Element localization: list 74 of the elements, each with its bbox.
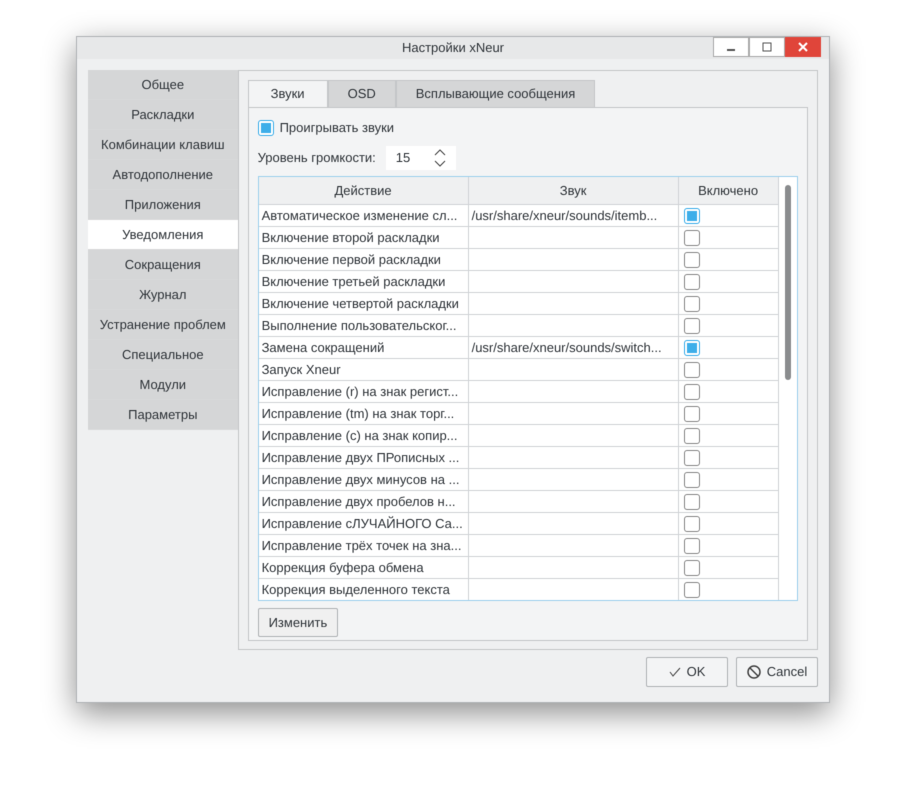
table-cell: Исправление (c) на знак копир... (258, 425, 469, 447)
checkbox[interactable] (684, 472, 700, 488)
table-cell: Замена сокращений (258, 337, 469, 359)
checkbox[interactable] (684, 384, 700, 400)
cancel-button[interactable]: Cancel (736, 657, 818, 687)
play-sounds-label: Проигрывать звуки (280, 119, 394, 138)
volume-label: Уровень громкости: (258, 149, 376, 168)
column-header[interactable]: Включено (678, 177, 779, 205)
minimize-button[interactable] (713, 37, 749, 57)
close-icon (798, 42, 808, 52)
table-cell: Запуск Xneur (258, 359, 469, 381)
tab[interactable]: OSD (328, 80, 396, 107)
checkbox[interactable] (684, 560, 700, 576)
scrollbar-thumb[interactable] (784, 185, 791, 380)
spin-arrows-icon (434, 149, 446, 167)
close-button[interactable] (785, 37, 821, 57)
checkbox[interactable] (684, 340, 700, 356)
table-cell: Включение первой раскладки (258, 249, 469, 271)
checkbox[interactable] (684, 208, 700, 224)
tab[interactable]: Всплывающие сообщения (396, 80, 596, 107)
sidebar-item[interactable]: Автодополнение (88, 160, 238, 190)
sidebar-item[interactable]: Модули (88, 370, 238, 400)
table-cell: Исправление трёх точек на зна... (258, 535, 469, 557)
checkbox[interactable] (684, 450, 700, 466)
cancel-icon (746, 665, 761, 679)
column-header[interactable]: Действие (258, 177, 469, 205)
ok-button[interactable]: OK (646, 657, 728, 687)
volume-spinbox[interactable]: 15 (386, 146, 456, 170)
checkbox[interactable] (684, 538, 700, 554)
checkbox[interactable] (684, 516, 700, 532)
checkbox[interactable] (684, 230, 700, 246)
checkbox[interactable] (684, 428, 700, 444)
table-cell: Исправление (r) на знак регист... (258, 381, 469, 403)
table-cell: /usr/share/xneur/sounds/switch... (468, 337, 679, 359)
table-cell: Коррекция буфера обмена (258, 557, 469, 579)
table-cell: Автоматическое изменение сл... (258, 205, 469, 227)
table-cell: Включение второй раскладки (258, 227, 469, 249)
table-cell: Включение четвертой раскладки (258, 293, 469, 315)
checkbox[interactable] (684, 296, 700, 312)
table-cell: Исправление двух ПРописных ... (258, 447, 469, 469)
sidebar-item[interactable]: Параметры (88, 400, 238, 430)
sidebar-item[interactable]: Устранение проблем (88, 310, 238, 340)
column-header[interactable]: Звук (468, 177, 679, 205)
window-title: Настройки xNeur (402, 39, 504, 58)
checkbox[interactable] (684, 252, 700, 268)
table-cell: Исправление (tm) на знак торг... (258, 403, 469, 425)
table-cell: Исправление сЛУЧАЙНОГО Са... (258, 513, 469, 535)
checkbox[interactable] (684, 582, 700, 598)
sidebar-item[interactable]: Уведомления (88, 220, 238, 250)
sidebar-item[interactable]: Журнал (88, 280, 238, 310)
maximize-icon (762, 42, 772, 52)
table-cell: Включение третьей раскладки (258, 271, 469, 293)
checkbox[interactable] (684, 318, 700, 334)
table-cell: Коррекция выделенного текста (258, 579, 469, 600)
sidebar-item[interactable]: Общее (88, 70, 238, 100)
checkmark-icon (668, 667, 681, 677)
sidebar-item[interactable]: Комбинации клавиш (88, 130, 238, 160)
table-cell: /usr/share/xneur/sounds/itemb... (468, 205, 679, 227)
table-cell: Исправление двух пробелов н... (258, 491, 469, 513)
tab[interactable]: Звуки (248, 80, 328, 107)
checkbox[interactable] (684, 274, 700, 290)
minimize-icon (727, 49, 735, 51)
checkbox[interactable] (684, 494, 700, 510)
table-cell: Выполнение пользовательског... (258, 315, 469, 337)
sidebar-item[interactable]: Специальное (88, 340, 238, 370)
maximize-button[interactable] (749, 37, 785, 57)
checkbox[interactable] (258, 120, 274, 136)
sidebar-item[interactable]: Сокращения (88, 250, 238, 280)
sidebar-item[interactable]: Раскладки (88, 100, 238, 130)
checkbox[interactable] (684, 406, 700, 422)
edit-button[interactable]: Изменить (258, 608, 338, 637)
checkbox[interactable] (684, 362, 700, 378)
sidebar-item[interactable]: Приложения (88, 190, 238, 220)
table-cell: Исправление двух минусов на ... (258, 469, 469, 491)
